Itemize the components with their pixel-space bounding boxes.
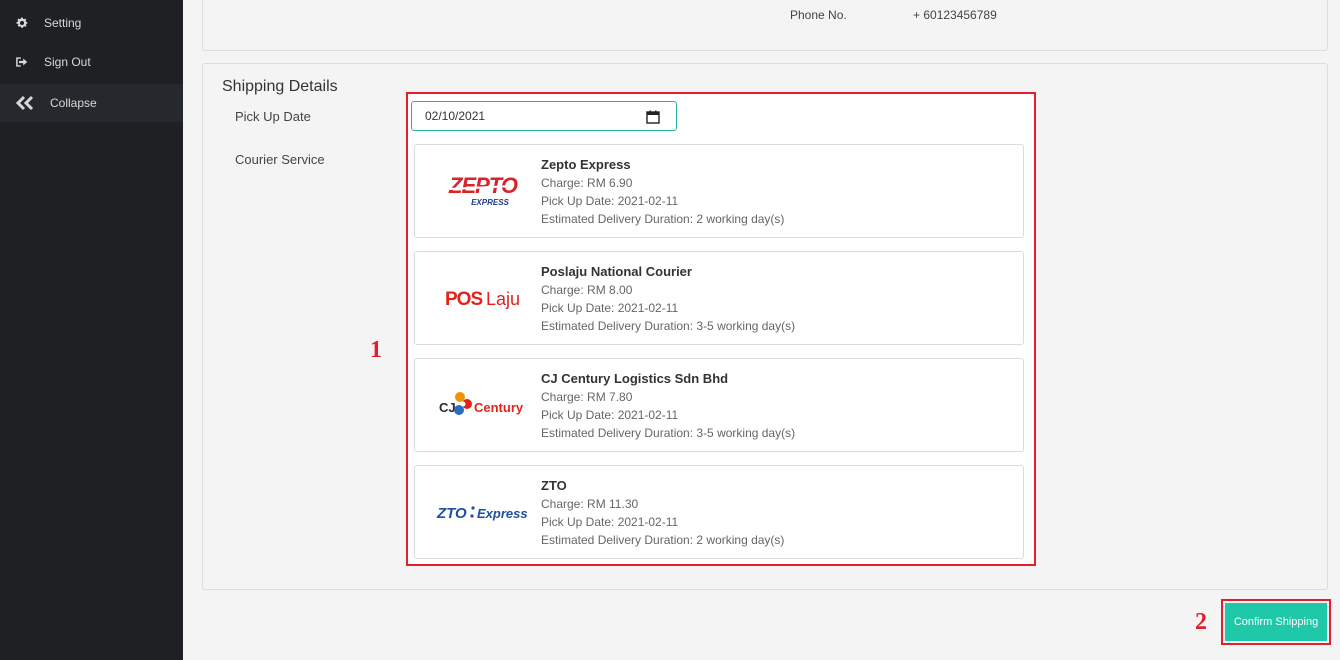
courier-option-cj-century[interactable]: CJ Century CJ Century Logistics Sdn Bhd … <box>414 358 1024 452</box>
sidebar: Setting Sign Out Collapse <box>0 0 183 660</box>
phone-label: Phone No. <box>790 8 847 22</box>
shipping-details-title: Shipping Details <box>222 78 338 95</box>
sign-out-icon <box>0 56 44 68</box>
courier-pickup-date: Pick Up Date: 2021-02-11 <box>541 301 679 315</box>
courier-name: Zepto Express <box>541 157 631 172</box>
cj-century-logo: CJ Century <box>425 369 540 441</box>
courier-name: CJ Century Logistics Sdn Bhd <box>541 371 729 386</box>
pickup-date-value: 02/10/2021 <box>425 109 486 123</box>
courier-charge: Charge: RM 11.30 <box>541 497 639 511</box>
annotation-marker-1: 1 <box>370 337 382 363</box>
courier-charge: Charge: RM 6.90 <box>541 176 633 190</box>
poslaju-logo: POS Laju <box>425 262 540 334</box>
annotation-marker-2: 2 <box>1195 609 1207 635</box>
sidebar-item-label: Collapse <box>50 96 97 110</box>
courier-pickup-date: Pick Up Date: 2021-02-11 <box>541 515 679 529</box>
poslaju-logo-main: POS <box>445 289 482 310</box>
courier-duration: Estimated Delivery Duration: 3-5 working… <box>541 319 796 333</box>
zepto-logo: ZEPTO EXPRESS <box>425 155 540 227</box>
pickup-date-input[interactable]: 02/10/2021 <box>411 101 677 131</box>
courier-duration: Estimated Delivery Duration: 3-5 working… <box>541 426 796 440</box>
courier-charge: Charge: RM 8.00 <box>541 283 633 297</box>
zto-logo: ZTO Express <box>425 476 540 548</box>
courier-option-zto[interactable]: ZTO Express ZTO Charge: RM 11.30 Pick Up… <box>414 465 1024 559</box>
double-chevron-left-icon <box>0 95 50 111</box>
zepto-logo-sub: EXPRESS <box>471 198 509 207</box>
courier-service-label: Courier Service <box>235 152 325 167</box>
courier-charge: Charge: RM 7.80 <box>541 390 633 404</box>
courier-pickup-date: Pick Up Date: 2021-02-11 <box>541 408 679 422</box>
sidebar-item-setting[interactable]: Setting <box>0 3 183 42</box>
courier-duration: Estimated Delivery Duration: 2 working d… <box>541 533 785 547</box>
zto-logo-main: ZTO <box>436 505 467 522</box>
zto-logo-sub: Express <box>477 506 528 521</box>
sidebar-item-label: Setting <box>44 15 82 30</box>
courier-pickup-date: Pick Up Date: 2021-02-11 <box>541 194 679 208</box>
cj-logo-sub: Century <box>474 400 524 415</box>
poslaju-logo-sub: Laju <box>486 289 520 309</box>
sidebar-item-sign-out[interactable]: Sign Out <box>0 42 183 81</box>
contact-card <box>202 0 1328 51</box>
cj-logo-main: CJ <box>439 400 456 415</box>
courier-option-poslaju[interactable]: POS Laju Poslaju National Courier Charge… <box>414 251 1024 345</box>
courier-name: Poslaju National Courier <box>541 264 692 279</box>
calendar-icon[interactable] <box>646 110 660 127</box>
courier-option-zepto[interactable]: ZEPTO EXPRESS Zepto Express Charge: RM 6… <box>414 144 1024 238</box>
pickup-date-label: Pick Up Date <box>235 109 311 124</box>
courier-name: ZTO <box>541 478 567 493</box>
phone-value: + 60123456789 <box>913 8 997 22</box>
sidebar-item-collapse[interactable]: Collapse <box>0 84 183 122</box>
courier-duration: Estimated Delivery Duration: 2 working d… <box>541 212 785 226</box>
gear-icon <box>0 16 44 30</box>
sidebar-item-label: Sign Out <box>44 54 91 69</box>
confirm-shipping-button[interactable]: Confirm Shipping <box>1225 603 1327 641</box>
